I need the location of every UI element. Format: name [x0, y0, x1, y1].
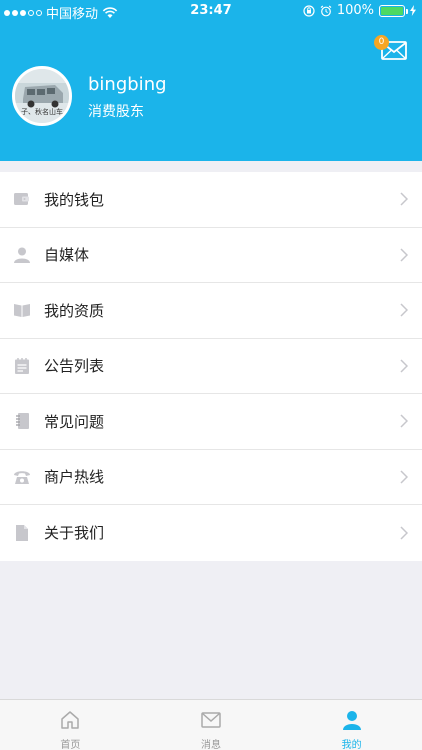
message-icon [201, 712, 221, 728]
menu-item-wallet[interactable]: 我的钱包 [0, 172, 422, 228]
profile-menu: 我的钱包 自媒体 我的资质 公告列表 常见问题 商户热线 关于我们 [0, 172, 422, 561]
telephone-icon [14, 471, 30, 484]
tab-home[interactable]: 首页 [0, 700, 141, 750]
menu-item-merchant-hotline[interactable]: 商户热线 [0, 450, 422, 505]
orientation-lock-icon [303, 4, 315, 17]
menu-label: 自媒体 [44, 246, 90, 265]
home-icon [61, 711, 80, 729]
battery-icon [379, 4, 408, 17]
avatar-caption: 子、秋名山车 [21, 108, 63, 116]
alarm-icon [320, 5, 332, 16]
chevron-right-icon [400, 470, 408, 484]
unread-badge: 0 [374, 35, 389, 50]
username: bingbing [88, 74, 167, 95]
menu-label: 公告列表 [44, 357, 105, 376]
tab-label: 首页 [60, 740, 81, 750]
profile-icon [342, 711, 361, 730]
menu-label: 我的钱包 [44, 190, 105, 209]
chevron-right-icon [400, 526, 408, 540]
mail-button[interactable]: 0 [374, 34, 410, 64]
chevron-right-icon [400, 303, 408, 317]
tab-label: 消息 [201, 740, 221, 750]
chevron-right-icon [400, 359, 408, 373]
menu-label: 商户热线 [44, 468, 105, 487]
charging-icon [410, 5, 416, 16]
menu-label: 关于我们 [44, 524, 105, 543]
user-role: 消费股东 [88, 104, 144, 120]
status-right: 100% [303, 3, 416, 18]
menu-label: 我的资质 [44, 301, 105, 320]
status-bar: 中国移动 23:47 100% [0, 0, 422, 22]
tab-mine[interactable]: 我的 [281, 700, 422, 750]
menu-label: 常见问题 [44, 412, 105, 431]
notebook-icon [16, 413, 29, 430]
avatar[interactable]: 子、秋名山车 [12, 66, 72, 126]
menu-item-about-us[interactable]: 关于我们 [0, 505, 422, 561]
menu-item-faq[interactable]: 常见问题 [0, 394, 422, 450]
notepad-icon [15, 357, 29, 374]
tab-messages[interactable]: 消息 [141, 700, 282, 750]
menu-item-self-media[interactable]: 自媒体 [0, 228, 422, 283]
tab-bar: 首页 消息 我的 [0, 699, 422, 750]
book-icon [14, 304, 30, 318]
battery-percentage: 100% [336, 3, 374, 18]
menu-item-qualification[interactable]: 我的资质 [0, 283, 422, 339]
wallet-icon [14, 193, 29, 206]
chevron-right-icon [400, 248, 408, 262]
chevron-right-icon [400, 192, 408, 206]
tab-label: 我的 [341, 740, 362, 750]
document-icon [16, 524, 28, 541]
profile-header: 中国移动 23:47 100% 0 子、秋名山车 bingbing 消费股东 [0, 0, 422, 161]
person-icon [14, 247, 30, 263]
chevron-right-icon [400, 414, 408, 428]
menu-item-announcements[interactable]: 公告列表 [0, 339, 422, 394]
